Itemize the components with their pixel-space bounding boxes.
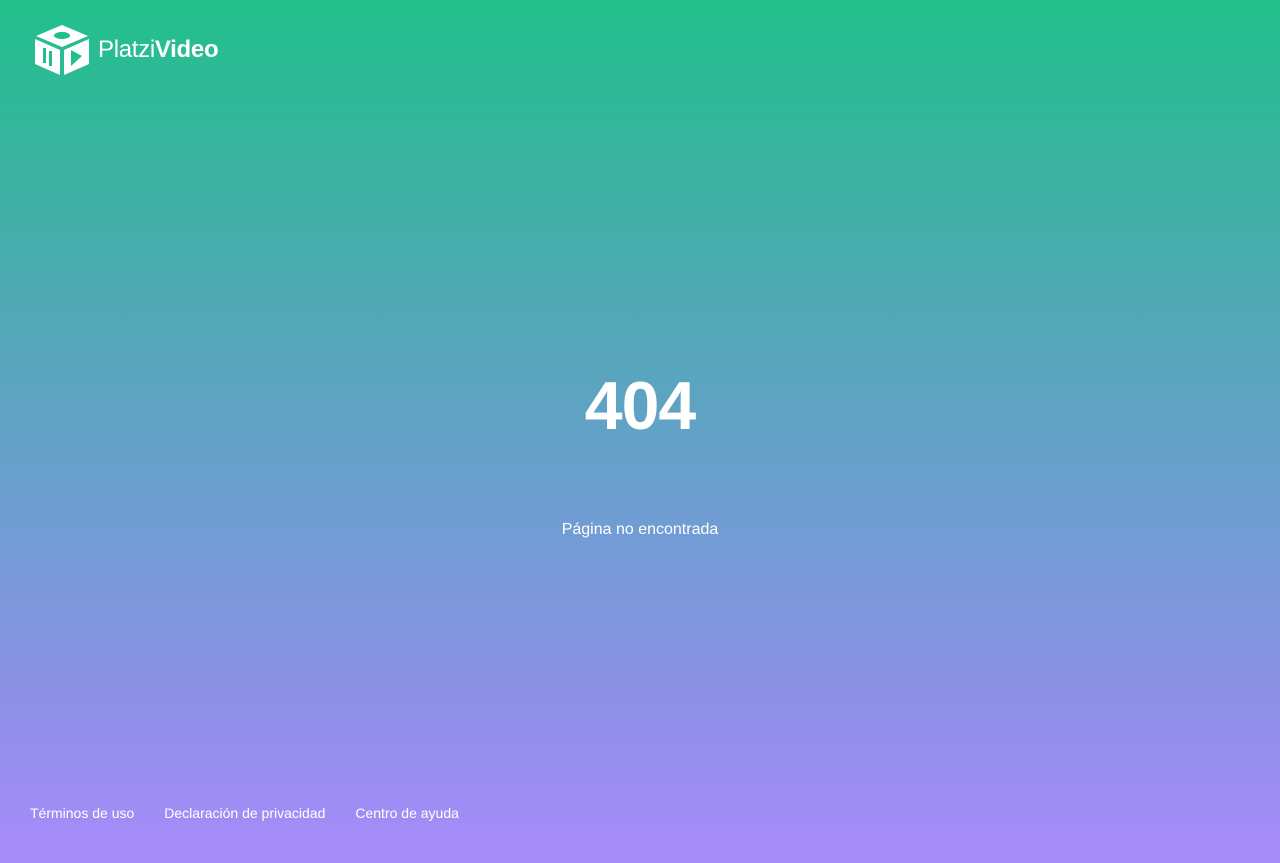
header: PlatziVideo — [34, 24, 219, 76]
brand-name: PlatziVideo — [98, 36, 219, 63]
error-section: 404 Página no encontrada — [0, 360, 1280, 540]
brand-name-light: Platzi — [98, 36, 155, 63]
footer-link-terms[interactable]: Términos de uso — [30, 803, 134, 823]
footer-link-help-center[interactable]: Centro de ayuda — [355, 803, 459, 823]
footer: Términos de uso Declaración de privacida… — [30, 803, 459, 823]
platzi-video-cube-icon — [35, 25, 89, 75]
brand-name-bold: Video — [154, 36, 219, 63]
error-code: 404 — [584, 368, 696, 444]
footer-link-privacy[interactable]: Declaración de privacidad — [164, 803, 325, 823]
home-logo-link[interactable]: PlatziVideo — [34, 24, 219, 76]
error-message: Página no encontrada — [561, 521, 719, 538]
